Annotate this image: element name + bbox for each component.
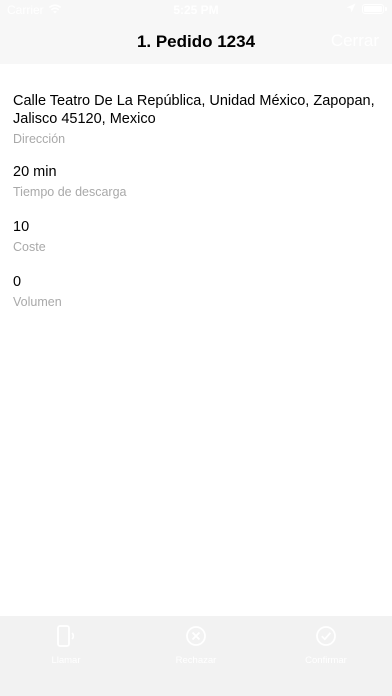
status-time: 5:25 PM bbox=[173, 3, 219, 17]
volume-value: 0 bbox=[13, 274, 22, 290]
address-value: Calle Teatro De La República, Unidad Méx… bbox=[13, 93, 375, 127]
close-button[interactable]: Cerrar bbox=[331, 31, 379, 51]
call-button[interactable]: Llamar bbox=[21, 624, 111, 666]
confirm-button[interactable]: Confirmar bbox=[281, 624, 371, 666]
status-bar: Carrier 5:25 PM bbox=[0, 0, 392, 20]
location-arrow-icon bbox=[346, 2, 356, 16]
screen: Carrier 5:25 PM 1. Pedido 1234 Cerrar Ca… bbox=[0, 0, 392, 696]
phone-icon bbox=[21, 624, 111, 653]
reject-button[interactable]: Rechazar bbox=[151, 624, 241, 666]
call-label: Llamar bbox=[51, 655, 81, 666]
cost-field: 10 Coste bbox=[13, 218, 379, 255]
address-field: Calle Teatro De La República, Unidad Méx… bbox=[13, 92, 379, 147]
address-label: Dirección bbox=[13, 132, 66, 146]
x-circle-icon bbox=[151, 624, 241, 653]
cost-value: 10 bbox=[13, 219, 30, 235]
reject-label: Rechazar bbox=[175, 655, 217, 666]
action-bar: Llamar Rechazar Confirmar bbox=[0, 616, 392, 696]
status-right bbox=[346, 2, 387, 16]
unload-time-value: 20 min bbox=[13, 164, 57, 180]
check-circle-icon bbox=[281, 624, 371, 653]
volume-label: Volumen bbox=[13, 295, 62, 309]
confirm-label: Confirmar bbox=[305, 655, 347, 666]
unload-time-label: Tiempo de descarga bbox=[13, 185, 127, 199]
volume-field: 0 Volumen bbox=[13, 273, 379, 310]
cost-label: Coste bbox=[13, 240, 46, 254]
unload-time-field: 20 min Tiempo de descarga bbox=[13, 163, 379, 200]
battery-icon bbox=[362, 4, 387, 14]
navigation-bar: 1. Pedido 1234 Cerrar bbox=[0, 20, 392, 64]
